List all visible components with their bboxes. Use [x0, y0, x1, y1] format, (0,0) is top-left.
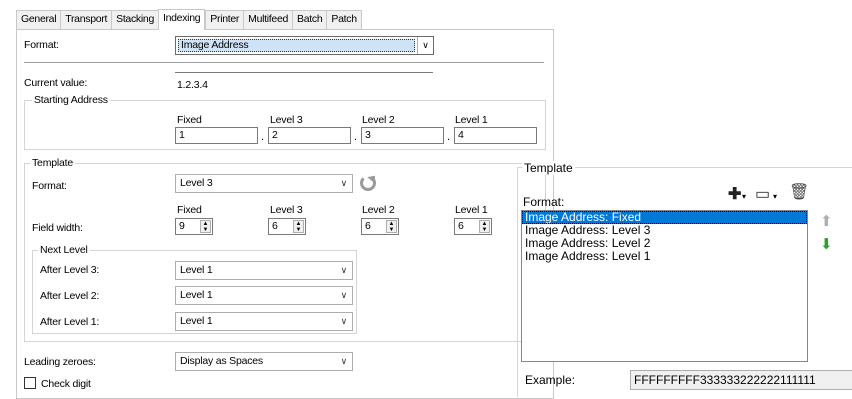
- current-value-text: 1.2.3.4: [177, 79, 208, 91]
- format-label: Format:: [24, 39, 59, 51]
- arrow-down-icon[interactable]: ⬇: [820, 237, 833, 252]
- tab-patch[interactable]: Patch: [326, 10, 362, 29]
- after-level3-label: After Level 3:: [40, 264, 100, 276]
- tpl-col-level3: Level 3: [270, 204, 303, 216]
- tpl-col-level2: Level 2: [362, 204, 395, 216]
- width-level1-spinner[interactable]: 6 ▲ ▼: [454, 218, 492, 235]
- width-level3-spinner[interactable]: 6 ▲ ▼: [268, 218, 306, 235]
- field-width-label: Field width:: [32, 222, 83, 234]
- right-template-title: Template: [522, 161, 575, 175]
- width-level1-value: 6: [458, 220, 464, 232]
- tab-transport[interactable]: Transport: [60, 10, 112, 29]
- divider: [24, 62, 544, 63]
- right-format-label: Format:: [523, 195, 565, 209]
- sa-col-level2: Level 2: [362, 114, 395, 126]
- chevron-down-icon: ∨: [340, 265, 348, 275]
- leading-zeroes-select[interactable]: Display as Spaces ∨: [175, 352, 353, 371]
- example-field: FFFFFFFFF333333222222111111: [630, 370, 852, 390]
- tab-general[interactable]: General: [16, 10, 61, 29]
- template-format-label: Format:: [32, 180, 67, 192]
- after-level3-select[interactable]: Level 1 ∨: [175, 261, 353, 280]
- width-level3-value: 6: [272, 220, 278, 232]
- tab-indexing[interactable]: Indexing: [157, 9, 206, 30]
- spinner-arrows-icon[interactable]: ▲ ▼: [200, 220, 211, 233]
- after-level3-value: Level 1: [180, 264, 213, 276]
- chevron-down-icon: ∨: [417, 37, 433, 54]
- after-level2-select[interactable]: Level 1 ∨: [175, 286, 353, 305]
- sa-level3-input[interactable]: 2: [268, 127, 351, 144]
- refresh-icon[interactable]: [360, 175, 376, 191]
- chevron-down-icon[interactable]: ▾: [773, 190, 777, 204]
- list-item[interactable]: Image Address: Level 1: [522, 250, 807, 263]
- sa-separator: .: [261, 131, 265, 143]
- trash-icon[interactable]: 🗑: [789, 185, 809, 201]
- sa-separator: .: [354, 131, 358, 143]
- tab-printer[interactable]: Printer: [205, 10, 244, 29]
- after-level2-value: Level 1: [180, 289, 213, 301]
- spinner-arrows-icon[interactable]: ▲ ▼: [293, 220, 304, 233]
- plus-icon[interactable]: ✚: [728, 187, 741, 203]
- template-format-list[interactable]: Image Address: Fixed Image Address: Leve…: [521, 210, 808, 362]
- starting-address-title: Starting Address: [32, 94, 110, 106]
- check-digit-checkbox[interactable]: [24, 377, 36, 389]
- width-level2-value: 6: [365, 220, 371, 232]
- sa-col-fixed: Fixed: [177, 114, 202, 126]
- format-select-value: Image Address: [178, 39, 415, 52]
- tab-stacking[interactable]: Stacking: [111, 10, 158, 29]
- next-level-title: Next Level: [38, 244, 90, 256]
- current-value-label: Current value:: [24, 77, 88, 89]
- sa-separator: .: [447, 131, 451, 143]
- chevron-down-icon: ∨: [340, 356, 348, 366]
- example-label: Example:: [525, 373, 576, 387]
- format-select[interactable]: Image Address ∨: [175, 36, 434, 55]
- after-level2-label: After Level 2:: [40, 290, 100, 302]
- sa-level1-input[interactable]: 4: [454, 127, 537, 144]
- tpl-col-fixed: Fixed: [177, 204, 202, 216]
- spinner-arrows-icon[interactable]: ▲ ▼: [479, 220, 490, 233]
- tpl-col-level1: Level 1: [455, 204, 488, 216]
- sa-fixed-input[interactable]: 1: [175, 127, 258, 144]
- tab-strip: General Transport Stacking Indexing Prin…: [16, 9, 362, 30]
- template-format-value: Level 3: [180, 177, 213, 189]
- leading-zeroes-value: Display as Spaces: [180, 355, 263, 367]
- chevron-down-icon: ∨: [340, 178, 348, 188]
- template-format-select[interactable]: Level 3 ∨: [175, 174, 353, 193]
- after-level1-value: Level 1: [180, 315, 213, 327]
- chevron-down-icon: ∨: [340, 316, 348, 326]
- after-level1-select[interactable]: Level 1 ∨: [175, 312, 353, 331]
- spinner-arrows-icon[interactable]: ▲ ▼: [386, 220, 397, 233]
- sa-col-level3: Level 3: [270, 114, 303, 126]
- width-fixed-value: 9: [179, 220, 185, 232]
- check-digit-label: Check digit: [41, 378, 91, 390]
- field-icon[interactable]: ▭: [755, 187, 770, 203]
- chevron-down-icon[interactable]: ▾: [742, 190, 746, 204]
- template-title: Template: [30, 157, 76, 169]
- width-level2-spinner[interactable]: 6 ▲ ▼: [361, 218, 399, 235]
- current-value-line: [175, 72, 433, 73]
- width-fixed-spinner[interactable]: 9 ▲ ▼: [175, 218, 213, 235]
- arrow-up-icon[interactable]: ⬆: [820, 214, 833, 229]
- tab-batch[interactable]: Batch: [292, 10, 327, 29]
- sa-col-level1: Level 1: [455, 114, 488, 126]
- sa-level2-input[interactable]: 3: [361, 127, 444, 144]
- leading-zeroes-label: Leading zeroes:: [24, 356, 96, 368]
- tab-multifeed[interactable]: Multifeed: [243, 10, 293, 29]
- after-level1-label: After Level 1:: [40, 316, 100, 328]
- chevron-down-icon: ∨: [340, 290, 348, 300]
